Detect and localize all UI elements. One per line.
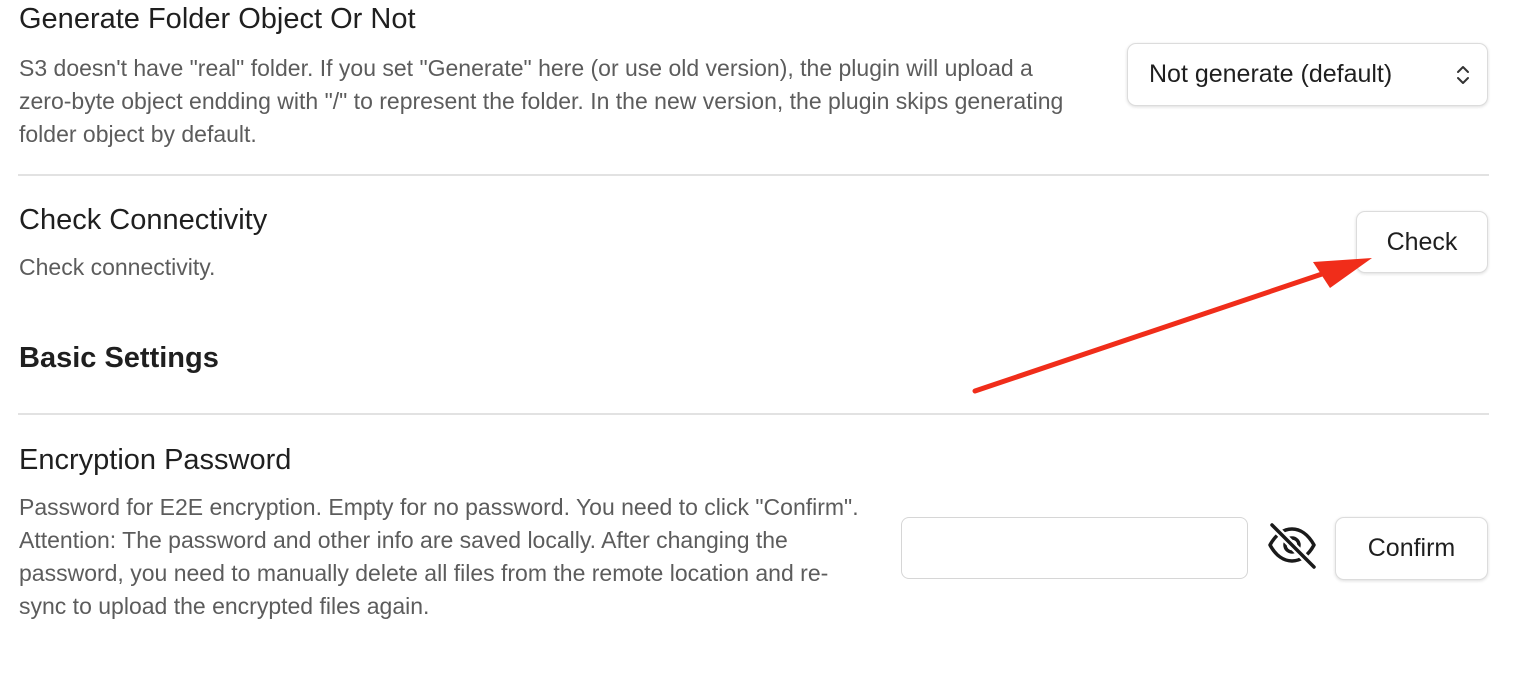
setting-desc-folder-object: S3 doesn't have "real" folder. If you se… [19, 55, 1064, 147]
confirm-button[interactable]: Confirm [1335, 517, 1488, 580]
setting-name-folder-object: Generate Folder Object Or Not [19, 3, 416, 35]
divider [18, 413, 1489, 415]
up-down-chevron-icon [1457, 65, 1469, 84]
folder-object-select[interactable]: Not generate (default) [1127, 43, 1488, 106]
setting-desc-connectivity: Check connectivity. [19, 254, 216, 280]
setting-name-encryption-password: Encryption Password [19, 444, 292, 476]
setting-name-connectivity: Check Connectivity [19, 204, 268, 236]
encryption-password-input[interactable] [901, 517, 1248, 579]
eye-off-icon[interactable] [1266, 520, 1318, 570]
divider [18, 174, 1489, 176]
check-button[interactable]: Check [1356, 211, 1488, 273]
section-heading-basic-settings: Basic Settings [19, 342, 219, 374]
folder-object-select-value: Not generate (default) [1149, 60, 1393, 88]
setting-desc-encryption-password: Password for E2E encryption. Empty for n… [19, 494, 859, 619]
annotation-arrow-line [972, 270, 1328, 394]
